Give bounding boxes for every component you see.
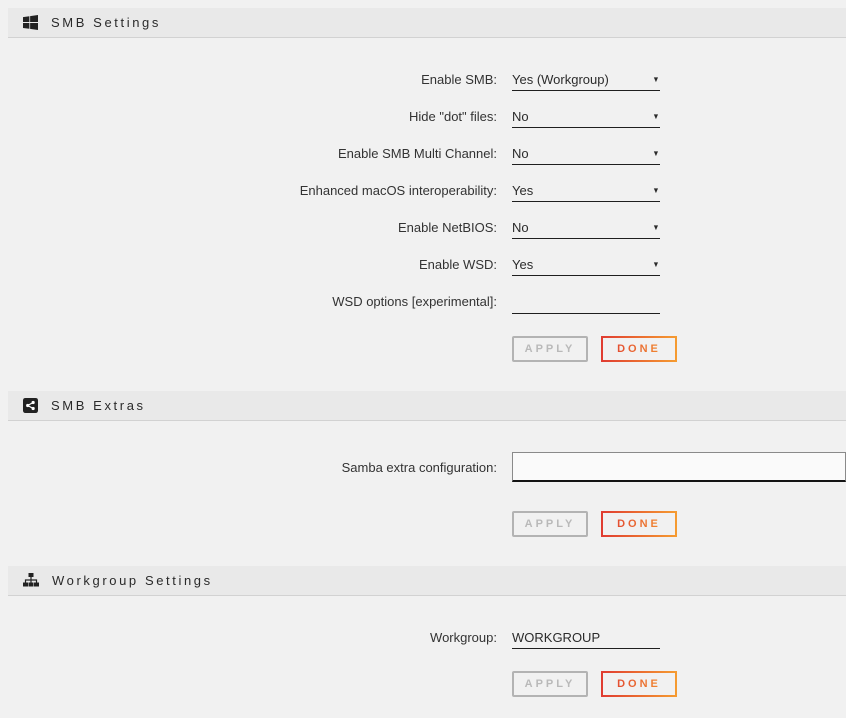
label-wsd-options: WSD options [experimental]: — [8, 293, 497, 314]
input-workgroup[interactable] — [512, 629, 660, 649]
row-enable-smb: Enable SMB: Yes (Workgroup) ▼ — [8, 71, 846, 91]
apply-button-workgroup[interactable]: APPLY — [512, 671, 588, 697]
label-macos-interop: Enhanced macOS interoperability: — [8, 182, 497, 202]
apply-button-smb-settings[interactable]: APPLY — [512, 336, 588, 362]
row-workgroup: Workgroup: — [8, 629, 846, 650]
select-smb-multichannel[interactable]: No ▼ — [512, 145, 660, 165]
textarea-samba-extra[interactable] — [512, 452, 846, 482]
apply-button-smb-extras[interactable]: APPLY — [512, 511, 588, 537]
smb-extras-buttons: APPLY DONE — [512, 511, 846, 537]
smb-extras-form: Samba extra configuration: APPLY DONE — [8, 421, 846, 537]
smb-settings-buttons: APPLY DONE — [512, 336, 846, 362]
select-enable-smb[interactable]: Yes (Workgroup) ▼ — [512, 71, 660, 91]
chevron-down-icon: ▼ — [652, 75, 659, 84]
row-wsd: Enable WSD: Yes ▼ — [8, 256, 846, 276]
windows-icon — [23, 15, 38, 30]
sitemap-icon — [23, 573, 39, 587]
select-netbios[interactable]: No ▼ — [512, 219, 660, 239]
done-button-smb-settings[interactable]: DONE — [601, 336, 677, 362]
chevron-down-icon: ▼ — [652, 260, 659, 269]
section-title: Workgroup Settings — [52, 573, 213, 588]
section-title: SMB Settings — [51, 15, 161, 30]
select-macos-interop[interactable]: Yes ▼ — [512, 182, 660, 202]
label-wsd: Enable WSD: — [8, 256, 497, 276]
chevron-down-icon: ▼ — [652, 186, 659, 195]
settings-page: SMB Settings Enable SMB: Yes (Workgroup)… — [0, 0, 846, 697]
label-enable-smb: Enable SMB: — [8, 71, 497, 91]
select-wsd[interactable]: Yes ▼ — [512, 256, 660, 276]
row-netbios: Enable NetBIOS: No ▼ — [8, 219, 846, 239]
chevron-down-icon: ▼ — [652, 112, 659, 121]
chevron-down-icon: ▼ — [652, 149, 659, 158]
workgroup-form: Workgroup: APPLY DONE — [8, 596, 846, 698]
row-macos-interop: Enhanced macOS interoperability: Yes ▼ — [8, 182, 846, 202]
chevron-down-icon: ▼ — [652, 223, 659, 232]
section-header-workgroup-settings[interactable]: Workgroup Settings — [8, 566, 846, 596]
workgroup-buttons: APPLY DONE — [512, 671, 846, 697]
section-header-smb-settings[interactable]: SMB Settings — [8, 8, 846, 38]
label-samba-extra: Samba extra configuration: — [8, 452, 497, 482]
done-button-smb-extras[interactable]: DONE — [601, 511, 677, 537]
label-workgroup: Workgroup: — [8, 629, 497, 650]
label-smb-multichannel: Enable SMB Multi Channel: — [8, 145, 497, 165]
label-hide-dot-files: Hide "dot" files: — [8, 108, 497, 128]
section-title: SMB Extras — [51, 398, 146, 413]
done-button-workgroup[interactable]: DONE — [601, 671, 677, 697]
row-samba-extra: Samba extra configuration: — [8, 452, 846, 482]
row-smb-multichannel: Enable SMB Multi Channel: No ▼ — [8, 145, 846, 165]
section-smb-settings: SMB Settings Enable SMB: Yes (Workgroup)… — [8, 8, 846, 362]
select-hide-dot-files[interactable]: No ▼ — [512, 108, 660, 128]
input-wsd-options[interactable] — [512, 294, 660, 314]
section-workgroup-settings: Workgroup Settings Workgroup: APPLY DONE — [8, 566, 846, 698]
row-wsd-options: WSD options [experimental]: — [8, 293, 846, 314]
smb-settings-form: Enable SMB: Yes (Workgroup) ▼ Hide "dot"… — [8, 38, 846, 362]
section-header-smb-extras[interactable]: SMB Extras — [8, 391, 846, 421]
share-icon — [23, 398, 38, 413]
row-hide-dot-files: Hide "dot" files: No ▼ — [8, 108, 846, 128]
label-netbios: Enable NetBIOS: — [8, 219, 497, 239]
section-smb-extras: SMB Extras Samba extra configuration: AP… — [8, 391, 846, 537]
